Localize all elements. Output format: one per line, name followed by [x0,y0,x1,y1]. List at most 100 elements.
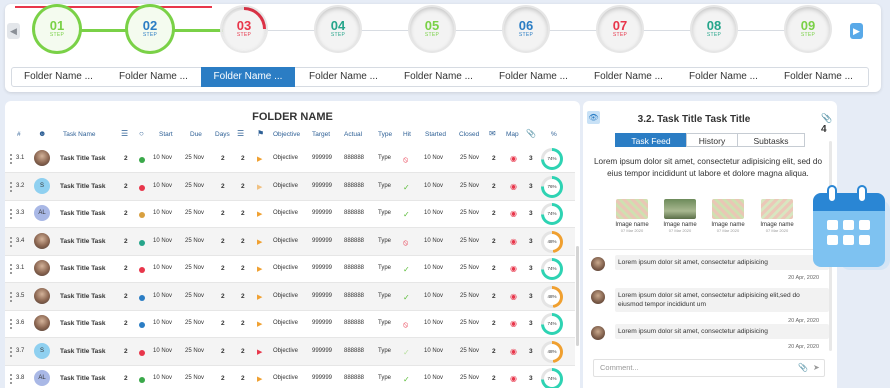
tab-subtasks[interactable]: Subtasks [737,133,805,147]
drag-handle-icon[interactable] [10,264,12,274]
tab-task-feed[interactable]: Task Feed [615,133,687,147]
folder-tab[interactable]: Folder Name ... [486,67,581,87]
col-closed[interactable]: Closed [459,131,479,138]
status-dot[interactable] [139,294,145,301]
chevron-left-icon[interactable]: ◀ [7,23,20,39]
send-icon[interactable]: ➤ [813,360,820,376]
image-thumbnail[interactable]: Image name 07 Mar 2020 [709,199,747,233]
col-num[interactable]: # [17,131,21,138]
drag-handle-icon[interactable] [10,319,12,329]
map-pin-icon[interactable]: ◉ [510,319,517,328]
flag-icon[interactable]: ▶ [257,293,262,301]
flag-icon[interactable]: ▶ [257,183,262,191]
avatar[interactable] [34,287,50,304]
table-row[interactable]: 3.4 Task Title Task 2 10 Nov 25 Nov 2 2 Objecti… [5,227,575,256]
avatar[interactable] [34,315,50,331]
col-type[interactable]: Type [378,131,392,138]
step-09[interactable]: 09 STEP [786,7,830,51]
drag-handle-icon[interactable] [10,291,12,302]
flag-icon[interactable]: ▶ [257,348,262,356]
map-pin-icon[interactable]: ◉ [510,154,517,163]
table-scrollbar[interactable] [576,246,579,346]
map-pin-icon[interactable]: ◉ [510,292,517,301]
folder-tab[interactable]: Folder Name ... [11,67,106,87]
avatar[interactable]: AL [34,205,50,221]
col-due[interactable]: Due [190,131,202,138]
table-row[interactable]: 3.1 Task Title Task 2 10 Nov 25 Nov 2 2 Objecti… [5,255,575,283]
map-pin-icon[interactable]: ◉ [510,209,517,218]
status-dot[interactable] [139,322,145,328]
flag-icon[interactable]: ▶ [257,375,262,383]
cancel-icon[interactable]: ⦸ [403,238,408,248]
avatar[interactable] [591,257,605,271]
col-map[interactable]: Map [506,131,519,138]
table-row[interactable]: 3.5 Task Title Task 2 10 Nov 25 Nov 2 2 Objecti… [5,282,575,311]
step-06[interactable]: 06 STEP [504,7,548,51]
check-icon[interactable]: ✓ [403,183,410,192]
check-icon[interactable]: ✓ [403,348,410,357]
drag-handle-icon[interactable] [10,181,12,192]
cancel-icon[interactable]: ⦸ [403,320,408,330]
folder-tab[interactable]: Folder Name ... [771,67,866,87]
flag-icon[interactable]: ▶ [257,320,262,328]
chevron-right-icon[interactable]: ▶ [850,23,863,39]
check-icon[interactable]: ✓ [403,375,410,384]
status-dot[interactable] [139,157,145,163]
avatar[interactable] [34,150,50,166]
col-target[interactable]: Target [312,131,330,138]
avatar[interactable]: AL [34,370,50,386]
map-pin-icon[interactable]: ◉ [510,237,517,246]
step-01[interactable]: 01 STEP [35,7,79,51]
table-row[interactable]: 3.3 Task Title Task 2 10 Nov 25 Nov 2 2 Objecti… [5,200,575,228]
table-row[interactable]: 3.1 Task Title Task 2 10 Nov 25 Nov 2 2 Objecti… [5,145,575,173]
table-row[interactable]: 3.6 Task Title Task 2 10 Nov 25 Nov 2 2 Objecti… [5,310,575,338]
drag-handle-icon[interactable] [10,236,12,247]
avatar[interactable]: S [34,177,50,194]
step-08[interactable]: 08 STEP [692,7,736,51]
table-row[interactable]: 3.7 Task Title Task 2 10 Nov 25 Nov 2 2 Objecti… [5,337,575,366]
avatar[interactable] [591,326,605,340]
col-days[interactable]: Days [215,131,230,138]
map-pin-icon[interactable]: ◉ [510,347,517,356]
status-dot[interactable] [139,239,145,246]
status-dot[interactable] [139,212,145,218]
image-thumbnail[interactable]: Image name 07 Mar 2020 [758,199,796,233]
folder-tab[interactable]: Folder Name ... [201,67,295,87]
avatar[interactable] [34,232,50,249]
col-objective[interactable]: Objective [273,131,300,138]
cancel-icon[interactable]: ⦸ [403,155,408,165]
map-pin-icon[interactable]: ◉ [510,182,517,191]
status-dot[interactable] [139,267,145,273]
flag-icon[interactable]: ▶ [257,210,262,218]
col-start[interactable]: Start [159,131,173,138]
step-07[interactable]: 07 STEP [598,7,642,51]
status-dot[interactable] [139,184,145,191]
folder-tab[interactable]: Folder Name ... [581,67,676,87]
paperclip-icon[interactable]: 📎 [798,360,808,376]
flag-icon[interactable]: ▶ [257,155,262,163]
avatar[interactable] [591,290,605,304]
col-hit[interactable]: Hit [403,131,411,138]
status-dot[interactable] [139,349,145,356]
col-percent[interactable]: % [551,131,557,138]
map-pin-icon[interactable]: ◉ [510,374,517,383]
drag-handle-icon[interactable] [10,209,12,219]
flag-icon[interactable]: ▶ [257,265,262,273]
step-02[interactable]: 02 STEP [128,7,172,51]
folder-tab[interactable]: Folder Name ... [106,67,201,87]
check-icon[interactable]: ✓ [403,210,410,219]
folder-tab[interactable]: Folder Name ... [391,67,486,87]
folder-tab[interactable]: Folder Name ... [296,67,391,87]
step-03[interactable]: 03 STEP [222,7,266,51]
avatar[interactable] [34,260,50,276]
folder-tab[interactable]: Folder Name ... [676,67,771,87]
check-icon[interactable]: ✓ [403,265,410,274]
col-actual[interactable]: Actual [344,131,362,138]
status-dot[interactable] [139,377,145,383]
image-thumbnail[interactable]: Image name 07 Mar 2020 [613,199,651,233]
image-thumbnail[interactable]: Image name 07 Mar 2020 [661,199,699,233]
step-04[interactable]: 04 STEP [316,7,360,51]
drag-handle-icon[interactable] [10,154,12,164]
avatar[interactable]: S [34,342,50,359]
step-05[interactable]: 05 STEP [410,7,454,51]
